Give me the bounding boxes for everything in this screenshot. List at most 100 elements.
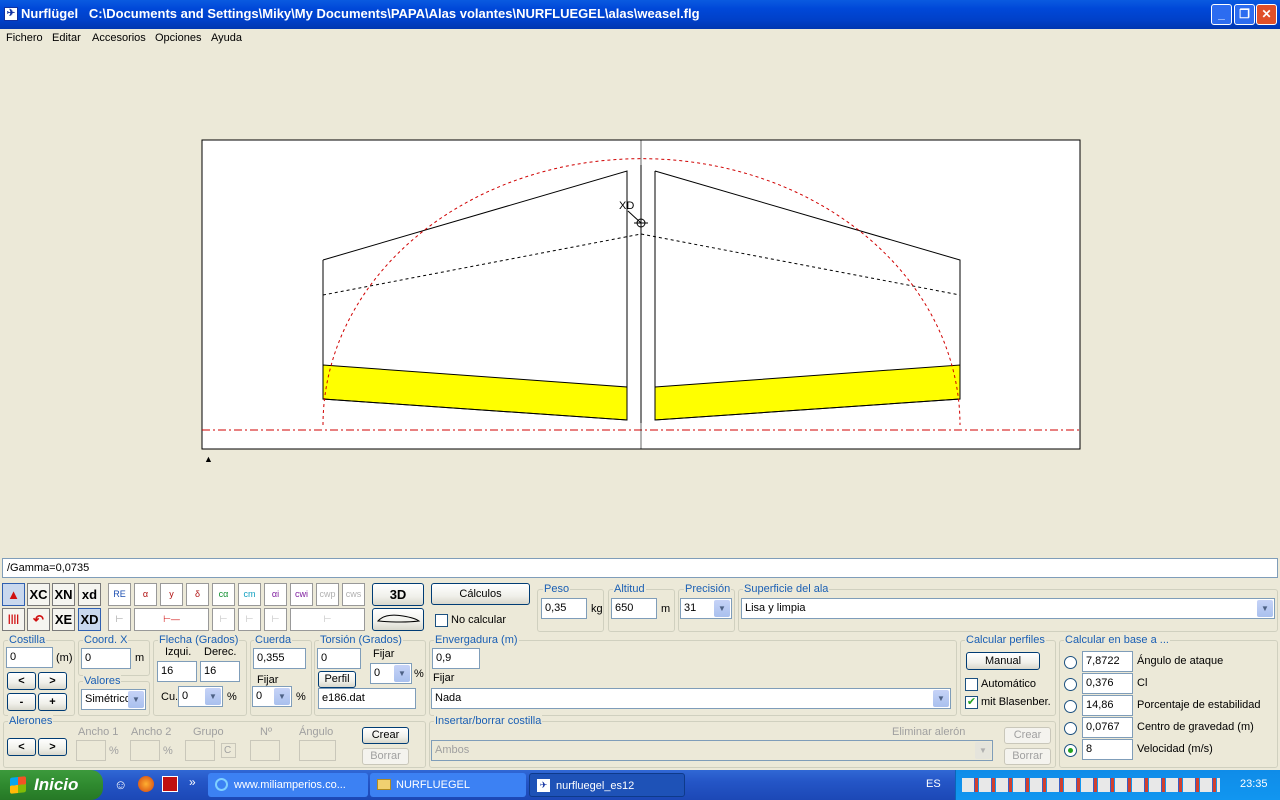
cuerda-fijar-select[interactable]: 0 ▼ (252, 686, 292, 707)
xn-button[interactable]: XN (52, 583, 75, 606)
flecha-pct: % (227, 691, 237, 703)
system-tray: 23:35 (955, 770, 1280, 800)
aleron-crear-button[interactable]: Crear (362, 727, 409, 744)
precision-select[interactable]: 31 ▼ (680, 598, 732, 619)
close-button[interactable]: ✕ (1256, 4, 1277, 25)
re-tool[interactable]: RE (108, 583, 131, 606)
rib-tool-1[interactable]: ⊢ (108, 608, 131, 631)
quicklaunch-icon-3[interactable] (162, 776, 178, 792)
3d-view-button[interactable]: 3D (372, 583, 424, 606)
undo-icon[interactable]: ↶ (27, 608, 50, 631)
maximize-button[interactable]: ❐ (1234, 4, 1255, 25)
radio-cg[interactable] (1064, 722, 1077, 735)
cl-label: Cl (1137, 677, 1148, 689)
rib-position-tool[interactable]: ⊢— (134, 608, 209, 631)
aleron-prev-button[interactable]: < (7, 738, 36, 756)
cl-input[interactable]: 0,376 (1082, 673, 1133, 694)
costilla-next-button[interactable]: > (38, 672, 67, 690)
costilla-prev-button[interactable]: < (7, 672, 36, 690)
costilla-input[interactable]: 0 (6, 647, 53, 668)
menu-editar[interactable]: Editar (52, 32, 81, 44)
aleron-next-button[interactable]: > (38, 738, 67, 756)
radio-velocidad[interactable] (1064, 744, 1077, 757)
quicklaunch-icon-1[interactable]: ☺ (114, 777, 127, 792)
automatico-checkbox[interactable] (965, 678, 978, 691)
cm-tool[interactable]: cm (238, 583, 261, 606)
ancho2-input[interactable] (130, 740, 160, 761)
rib-tool-2[interactable]: ⊢ (212, 608, 235, 631)
task-folder[interactable]: NURFLUEGEL (370, 773, 526, 797)
estabilidad-input[interactable]: 14,86 (1082, 695, 1133, 716)
no-calcular-checkbox[interactable] (435, 614, 448, 627)
flecha-der-input[interactable]: 16 (200, 661, 240, 682)
cwi-tool[interactable]: cwi (290, 583, 313, 606)
aleron-borrar-button[interactable]: Borrar (362, 748, 409, 765)
menu-fichero[interactable]: Fichero (6, 32, 43, 44)
task-nurfluegel[interactable]: ✈ nurfluegel_es12 (529, 773, 685, 797)
rib-tool-4[interactable]: ⊢ (264, 608, 287, 631)
costilla-borrar-button[interactable]: Borrar (1004, 748, 1051, 765)
delta-tool[interactable]: δ (186, 583, 209, 606)
torsion-fijar-select[interactable]: 0 ▼ (370, 663, 412, 684)
ambos-select[interactable]: Ambos ▼ (431, 740, 993, 761)
flecha-cu-select[interactable]: 0 ▼ (178, 686, 223, 707)
cws-tool[interactable]: cws (342, 583, 365, 606)
menu-ayuda[interactable]: Ayuda (211, 32, 242, 44)
cuerda-title: Cuerda (254, 634, 293, 646)
peso-input[interactable]: 0,35 (541, 598, 587, 619)
tray-icons[interactable] (962, 778, 1220, 792)
xe-button[interactable]: XE (52, 608, 75, 631)
start-label: Inicio (34, 775, 79, 794)
superficie-select[interactable]: Lisa y limpia ▼ (741, 598, 1275, 619)
calculos-button[interactable]: Cálculos (431, 583, 530, 605)
rib-tool-5[interactable]: ⊢ (290, 608, 365, 631)
costilla-crear-button[interactable]: Crear (1004, 727, 1051, 744)
radio-angulo[interactable] (1064, 656, 1077, 669)
grupo-c-box[interactable]: C (221, 743, 236, 758)
cwp-tool[interactable]: cwp (316, 583, 339, 606)
language-indicator[interactable]: ES (926, 778, 941, 790)
envergadura-input[interactable]: 0,9 (432, 648, 480, 669)
cuerda-input[interactable]: 0,355 (253, 648, 306, 669)
flecha-izq-input[interactable]: 16 (157, 661, 197, 682)
airfoil-view-button[interactable] (372, 608, 424, 631)
perfil-file-input[interactable]: e186.dat (318, 688, 416, 709)
valores-select[interactable]: Simétrico ▼ (81, 689, 146, 710)
ancho1-input[interactable] (76, 740, 106, 761)
radio-estabilidad[interactable] (1064, 700, 1077, 713)
torsion-input[interactable]: 0 (317, 648, 361, 669)
menu-accesorios[interactable]: Accesorios (92, 32, 146, 44)
wing-planform-canvas[interactable]: XD ▲ (0, 47, 1280, 557)
radio-cl[interactable] (1064, 678, 1077, 691)
minimize-button[interactable]: _ (1211, 4, 1232, 25)
menu-opciones[interactable]: Opciones (155, 32, 201, 44)
task-browser[interactable]: www.miliamperios.co... (208, 773, 368, 797)
manual-button[interactable]: Manual (966, 652, 1040, 670)
xd-button[interactable]: XD (78, 608, 101, 631)
numero-input[interactable] (250, 740, 280, 761)
blasenber-checkbox[interactable]: ✔ (965, 696, 978, 709)
quicklaunch-more[interactable]: » (189, 775, 196, 789)
costilla-remove-button[interactable]: - (7, 693, 36, 711)
y-tool[interactable]: y (160, 583, 183, 606)
costilla-add-button[interactable]: + (38, 693, 67, 711)
alpha-tool[interactable]: α (134, 583, 157, 606)
ribs-icon[interactable]: |||| (2, 608, 25, 631)
cg-input[interactable]: 0,0767 (1082, 717, 1133, 738)
start-button[interactable]: Inicio (0, 770, 103, 800)
angulo-aleron-input[interactable] (299, 740, 336, 761)
grupo-input[interactable] (185, 740, 215, 761)
planform-view-icon[interactable]: ▲ (2, 583, 25, 606)
xc-button[interactable]: XC (27, 583, 50, 606)
velocidad-input[interactable]: 8 (1082, 739, 1133, 760)
coordx-input[interactable]: 0 (81, 648, 131, 669)
ca-tool[interactable]: cα (212, 583, 235, 606)
perfil-button[interactable]: Perfil (318, 671, 356, 688)
angulo-input[interactable]: 7,8722 (1082, 651, 1133, 672)
ai-tool[interactable]: αi (264, 583, 287, 606)
altitud-input[interactable]: 650 (611, 598, 657, 619)
xd-small-button[interactable]: xd (78, 583, 101, 606)
envergadura-fijar-select[interactable]: Nada ▼ (431, 688, 951, 709)
rib-tool-3[interactable]: ⊢ (238, 608, 261, 631)
firefox-icon[interactable] (138, 776, 154, 792)
